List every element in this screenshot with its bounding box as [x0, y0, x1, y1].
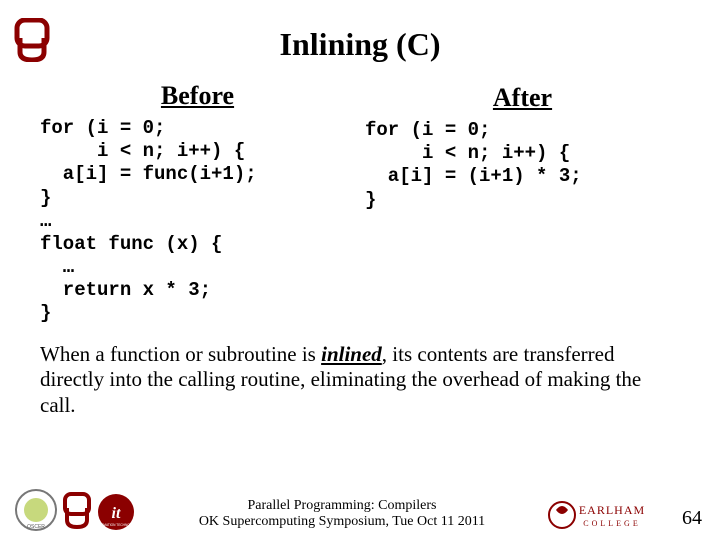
code-columns: Before for (i = 0; i < n; i++) { a[i] = …	[40, 81, 680, 326]
it-logo-icon: it INFORMATION TECHNOLOGY	[96, 492, 136, 532]
before-code: for (i = 0; i < n; i++) { a[i] = func(i+…	[40, 117, 355, 326]
svg-text:it: it	[112, 505, 121, 522]
caption-term: inlined	[321, 342, 382, 366]
svg-text:EARLHAM: EARLHAM	[579, 503, 645, 517]
footer-line1: Parallel Programming: Compilers	[136, 498, 548, 514]
footer-right: EARLHAM COLLEGE 64	[548, 498, 702, 532]
svg-text:COLLEGE: COLLEGE	[583, 519, 640, 528]
ou-small-logo-icon	[62, 492, 92, 532]
after-code: for (i = 0; i < n; i++) { a[i] = (i+1) *…	[365, 119, 680, 212]
caption-pre: When a function or subroutine is	[40, 342, 321, 366]
before-column: Before for (i = 0; i < n; i++) { a[i] = …	[40, 81, 355, 326]
ou-logo-icon	[14, 18, 50, 62]
svg-text:INFORMATION TECHNOLOGY: INFORMATION TECHNOLOGY	[96, 523, 136, 527]
earlham-logo-icon: EARLHAM COLLEGE	[548, 498, 658, 532]
slide-title: Inlining (C)	[30, 26, 690, 63]
after-column: After for (i = 0; i < n; i++) { a[i] = (…	[365, 81, 680, 326]
caption-text: When a function or subroutine is inlined…	[40, 342, 680, 419]
after-header: After	[365, 83, 680, 113]
before-header: Before	[40, 81, 355, 111]
oscer-logo-icon: OSCER	[14, 488, 58, 532]
svg-text:OSCER: OSCER	[27, 524, 45, 530]
footer-line2: OK Supercomputing Symposium, Tue Oct 11 …	[136, 514, 548, 530]
footer: OSCER it INFORMATION TECHNOLOGY Parallel…	[0, 488, 720, 532]
footer-text: Parallel Programming: Compilers OK Super…	[136, 498, 548, 530]
page-number: 64	[682, 507, 702, 530]
footer-logos-left: OSCER it INFORMATION TECHNOLOGY	[14, 488, 136, 532]
